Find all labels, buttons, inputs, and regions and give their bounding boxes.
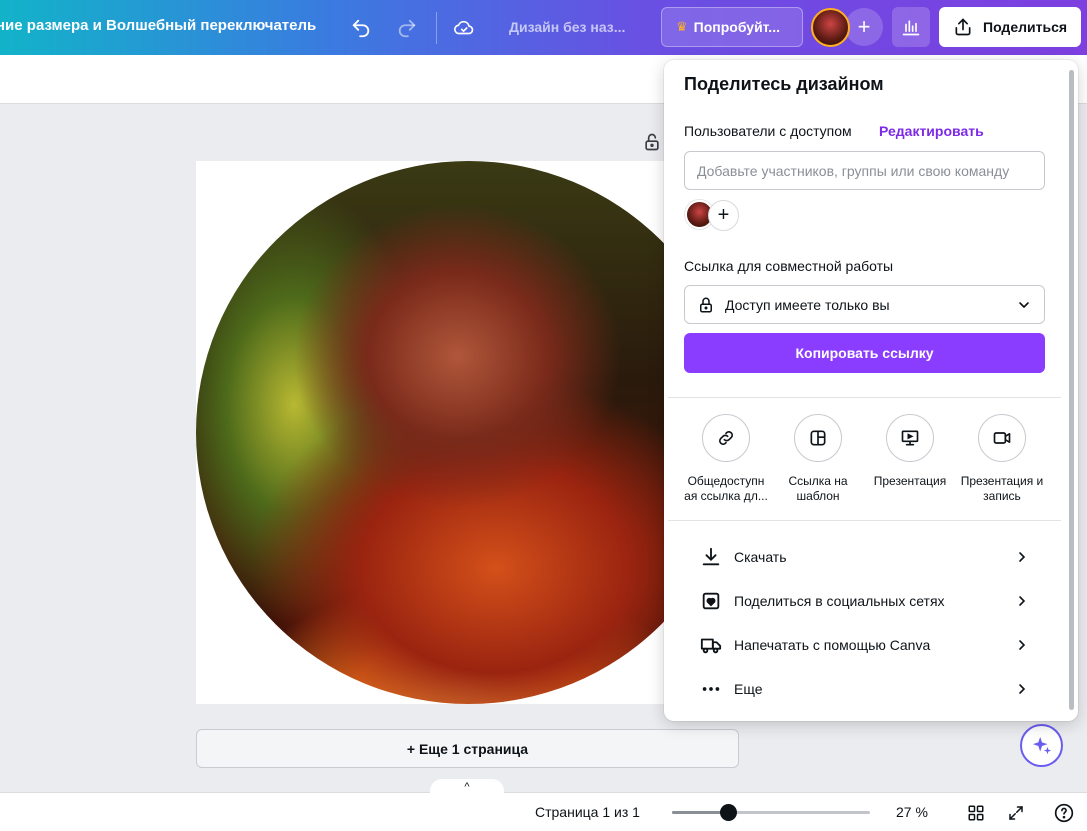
collapse-pages-button[interactable]: ^: [430, 779, 504, 795]
public-link-option[interactable]: Общедоступн ая ссылка дл...: [681, 414, 771, 504]
cloud-saved-icon[interactable]: [448, 12, 480, 44]
users-with-access-label: Пользователи с доступом: [684, 123, 852, 139]
add-page-button[interactable]: + Еще 1 страница: [196, 729, 739, 768]
zoom-slider[interactable]: [672, 811, 870, 814]
presentation-icon: [886, 414, 934, 462]
feature-title[interactable]: ние размера и Волшебный переключатель: [0, 17, 316, 34]
link-icon: [702, 414, 750, 462]
crown-icon: ♛: [676, 19, 688, 34]
collab-link-label: Ссылка для совместной работы: [684, 258, 894, 274]
menu-item-label: Скачать: [734, 549, 787, 565]
sparkle-icon: [1032, 736, 1051, 754]
presentation-label: Презентация: [873, 474, 947, 488]
try-pro-button[interactable]: ♛ Попробуйт...: [661, 7, 803, 47]
menu-item-print[interactable]: Напечатать с помощью Canva: [700, 629, 1030, 661]
bar-chart-icon: [902, 20, 920, 36]
public-link-label: Общедоступн ая ссылка дл...: [684, 474, 768, 503]
heart-icon: [702, 592, 720, 610]
menu-item-label: Поделиться в социальных сетях: [734, 593, 945, 609]
top-bar: ние размера и Волшебный переключатель Ди…: [0, 0, 1087, 55]
template-link-label: Ссылка на шаблон: [788, 474, 848, 503]
lock-icon: [700, 297, 712, 312]
zoom-slider-handle[interactable]: [720, 804, 737, 821]
present-record-option[interactable]: Презентация и запись: [957, 414, 1047, 504]
panel-title: Поделитесь дизайном: [684, 74, 884, 94]
template-icon: [794, 414, 842, 462]
add-collaborator-button[interactable]: +: [845, 8, 883, 46]
add-person-button[interactable]: +: [708, 200, 739, 231]
copy-link-button[interactable]: Копировать ссылку: [684, 333, 1045, 373]
access-dropdown[interactable]: Доступ имеете только вы: [684, 285, 1045, 324]
truck-icon: [700, 638, 722, 654]
lock-icon[interactable]: [642, 132, 662, 152]
design-page[interactable]: [196, 161, 741, 704]
avatar[interactable]: [811, 8, 850, 47]
magic-assistant-button[interactable]: [1020, 724, 1063, 767]
menu-item-download[interactable]: Скачать: [700, 541, 1030, 573]
video-icon: [978, 414, 1026, 462]
grid-view-icon[interactable]: [965, 802, 987, 824]
share-button[interactable]: Поделиться: [939, 7, 1081, 47]
scrollbar-thumb[interactable]: [1069, 70, 1074, 710]
try-pro-label: Попробуйт...: [693, 19, 780, 35]
share-label: Поделиться: [983, 19, 1068, 35]
presentation-option[interactable]: Презентация: [865, 414, 955, 489]
chevron-right-icon: [1019, 684, 1026, 694]
more-icon: [702, 687, 720, 691]
chevron-right-icon: [1019, 640, 1026, 650]
zoom-level[interactable]: 27 %: [896, 804, 928, 820]
design-name[interactable]: Дизайн без наз...: [509, 19, 625, 35]
access-value: Доступ имеете только вы: [725, 296, 890, 313]
chevron-right-icon: [1019, 596, 1026, 606]
share-panel: Поделитесь дизайном Пользователи с досту…: [664, 60, 1078, 721]
page-count[interactable]: Страница 1 из 1: [535, 804, 640, 820]
download-icon: [702, 547, 720, 566]
edit-access-link[interactable]: Редактировать: [879, 123, 984, 139]
chevron-right-icon: [1019, 552, 1026, 562]
menu-item-social[interactable]: Поделиться в социальных сетях: [700, 585, 1030, 617]
menu-item-more[interactable]: Еще: [700, 673, 1030, 705]
template-link-option[interactable]: Ссылка на шаблон: [773, 414, 863, 504]
chevron-down-icon: [1019, 301, 1029, 308]
fullscreen-icon[interactable]: [1005, 802, 1027, 824]
toolbar-divider: [436, 12, 437, 44]
insights-button[interactable]: [892, 7, 930, 47]
plus-icon: +: [717, 204, 730, 226]
upload-icon: [955, 18, 971, 36]
divider: [668, 397, 1061, 398]
menu-item-label: Напечатать с помощью Canva: [734, 637, 931, 653]
undo-icon[interactable]: [345, 12, 377, 44]
panel-scrollbar[interactable]: [1068, 70, 1076, 710]
menu-item-label: Еще: [734, 681, 763, 697]
plus-icon: +: [857, 14, 871, 39]
redo-icon[interactable]: [391, 12, 423, 44]
circle-photo[interactable]: [196, 161, 741, 704]
divider: [668, 520, 1061, 521]
present-record-label: Презентация и запись: [960, 474, 1044, 503]
add-people-input[interactable]: [684, 151, 1045, 190]
chevron-up-icon: ^: [464, 781, 470, 793]
help-icon[interactable]: [1053, 802, 1075, 824]
